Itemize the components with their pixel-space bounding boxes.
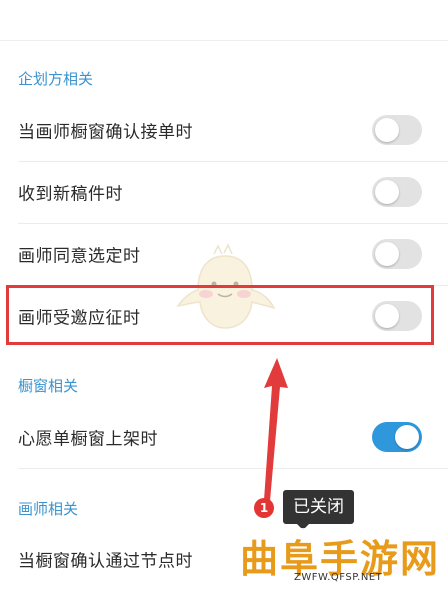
- setting-row-wishlist-listed[interactable]: 心愿单橱窗上架时: [0, 406, 448, 468]
- setting-label: 画师同意选定时: [18, 246, 141, 267]
- toggle-switch[interactable]: [372, 422, 422, 452]
- setting-label: 当画师橱窗确认接单时: [18, 122, 193, 143]
- toggle-switch[interactable]: [372, 239, 422, 269]
- previous-row-label: 一 一 一 一: [18, 0, 103, 11]
- highlight-box: [6, 285, 434, 345]
- toggle-knob: [375, 118, 399, 142]
- setting-row-artist-window-accept[interactable]: 当画师橱窗确认接单时: [0, 99, 448, 161]
- step-badge: 1: [254, 498, 274, 518]
- section-title-artist: 画师相关: [18, 500, 79, 518]
- divider: [18, 468, 448, 469]
- setting-label: 心愿单橱窗上架时: [18, 429, 158, 450]
- previous-row-partial: 一 一 一 一: [0, 0, 448, 41]
- setting-label: 收到新稿件时: [18, 184, 123, 205]
- setting-label: 当橱窗确认通过节点时: [18, 551, 193, 572]
- toggle-switch[interactable]: [372, 115, 422, 145]
- toggle-knob: [395, 425, 419, 449]
- watermark-url: ZWFW.QFSP.NET: [294, 572, 383, 583]
- toggle-switch[interactable]: [372, 177, 422, 207]
- section-title-window: 橱窗相关: [18, 377, 79, 395]
- toggle-knob: [375, 242, 399, 266]
- site-watermark: 曲阜手游网 ZWFW.QFSP.NET: [236, 528, 446, 583]
- toggle-knob: [375, 180, 399, 204]
- section-title-planner: 企划方相关: [18, 70, 94, 88]
- annotation-arrow: [264, 358, 288, 501]
- setting-row-new-draft[interactable]: 收到新稿件时: [0, 161, 448, 223]
- status-tooltip: 已关闭: [283, 490, 354, 530]
